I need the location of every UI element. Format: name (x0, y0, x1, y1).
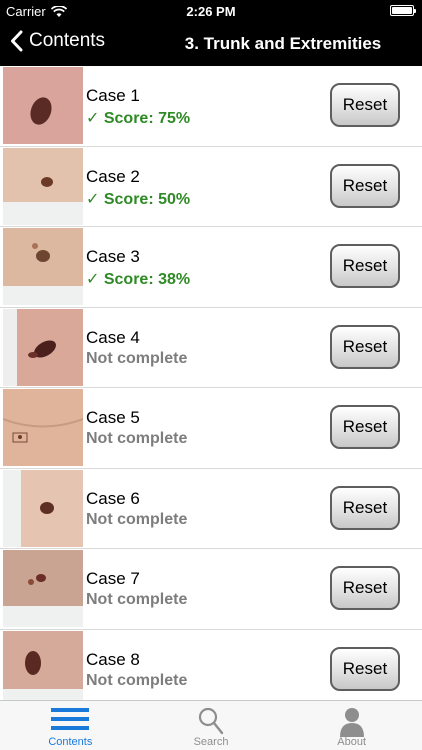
case-status: Not complete (86, 671, 188, 689)
case-score: ✓ Score: 50% (86, 190, 191, 208)
chevron-left-icon (11, 30, 23, 52)
battery-icon (390, 5, 416, 16)
tab-search[interactable]: Search (141, 701, 282, 750)
case-status: Not complete (86, 591, 188, 608)
case-list[interactable]: Case 1 ✓ Score: 75% Reset Case 2 ✓ Score… (0, 66, 422, 700)
tab-about[interactable]: About (281, 701, 422, 750)
case-thumbnail (3, 389, 83, 466)
page-title: 3. Trunk and Extremities (184, 34, 382, 53)
status-time: 2:26 PM (186, 4, 236, 19)
case-title: Case 4 (86, 327, 140, 347)
case-title: Case 7 (86, 569, 140, 588)
case-title: Case 3 (86, 247, 140, 266)
reset-button[interactable]: Reset (330, 324, 400, 369)
case-row[interactable]: Case 6 Not complete Reset (0, 469, 422, 549)
tab-label: Contents (48, 736, 93, 748)
back-label: Contents (29, 30, 106, 51)
case-row[interactable]: Case 4 Not complete Reset (0, 308, 422, 388)
case-title: Case 6 (86, 488, 140, 508)
top-bar: Carrier 2:26 PM Contents 3. Trunk and Ex… (0, 0, 422, 66)
case-title: Case 1 (86, 86, 140, 105)
case-thumbnail (3, 550, 83, 627)
reset-button[interactable]: Reset (330, 83, 400, 127)
case-thumbnail (3, 308, 83, 386)
case-row[interactable]: Case 2 ✓ Score: 50% Reset (0, 147, 422, 227)
case-row[interactable]: Case 8 Not complete Reset (0, 630, 422, 700)
status-bar: Carrier 2:26 PM (0, 0, 422, 22)
tab-label: About (337, 736, 367, 748)
back-button[interactable]: Contents (10, 30, 105, 52)
case-title: Case 8 (86, 649, 140, 669)
case-status: Not complete (86, 430, 188, 447)
case-title: Case 5 (86, 408, 140, 427)
case-status: Not complete (86, 349, 188, 367)
case-thumbnail (3, 228, 83, 305)
reset-button[interactable]: Reset (330, 163, 400, 208)
case-thumbnail (3, 469, 83, 547)
tab-bar: Contents Search About (0, 700, 422, 750)
reset-button[interactable]: Reset (330, 244, 400, 288)
tab-contents[interactable]: Contents (0, 701, 141, 750)
reset-button[interactable]: Reset (330, 405, 400, 449)
list-icon (51, 708, 90, 730)
case-thumbnail (3, 147, 83, 225)
case-row[interactable]: Case 7 Not complete Reset (0, 549, 422, 630)
search-icon (198, 707, 224, 735)
case-score: ✓ Score: 75% (86, 110, 191, 127)
navigation-bar: Contents 3. Trunk and Extremities (0, 22, 422, 66)
case-row[interactable]: Case 5 Not complete Reset (0, 388, 422, 469)
case-score: ✓ Score: 38% (86, 271, 191, 288)
reset-button[interactable]: Reset (330, 646, 400, 691)
tab-label: Search (193, 736, 229, 748)
reset-button[interactable]: Reset (330, 485, 400, 530)
case-row[interactable]: Case 1 ✓ Score: 75% Reset (0, 66, 422, 147)
case-thumbnail (3, 67, 83, 144)
case-thumbnail (3, 630, 83, 700)
person-icon (339, 708, 364, 737)
case-title: Case 2 (86, 166, 140, 186)
case-status: Not complete (86, 510, 188, 528)
case-row[interactable]: Case 3 ✓ Score: 38% Reset (0, 227, 422, 308)
reset-button[interactable]: Reset (330, 566, 400, 610)
